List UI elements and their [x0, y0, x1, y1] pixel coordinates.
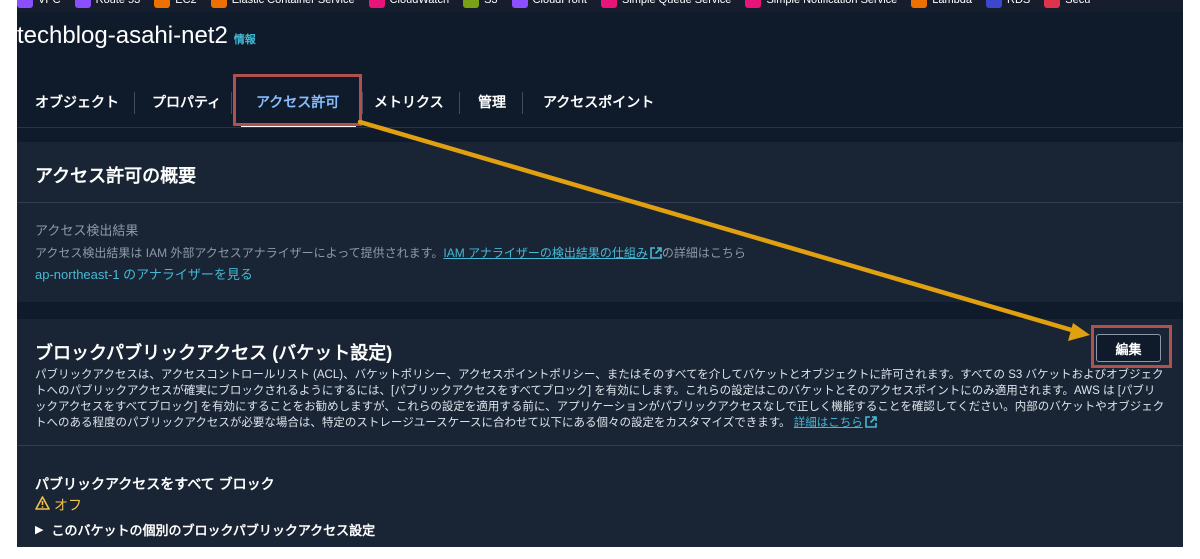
- annotation-arrow: [357, 119, 1090, 341]
